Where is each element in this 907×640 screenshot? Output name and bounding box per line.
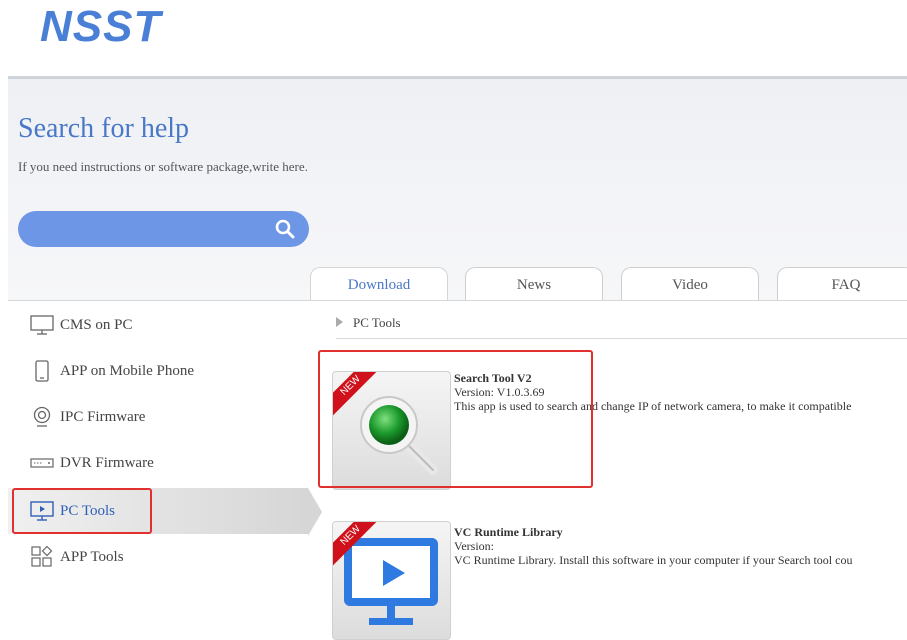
download-description: VC Runtime Library. Install this softwar… [454,553,853,567]
breadcrumb-divider [336,338,907,339]
breadcrumb-arrow-icon [336,317,343,327]
tab-divider [8,300,907,301]
active-item-pointer [308,488,322,536]
tab-video[interactable]: Video [621,267,759,300]
vc-runtime-thumbnail[interactable]: NEW [332,521,451,640]
search-tool-highlight-box [318,350,593,488]
camera-icon [30,405,54,429]
download-version: Version: [454,539,494,553]
sidebar-item-app-tools[interactable]: APP Tools [8,534,308,580]
sidebar-item-label: IPC Firmware [60,408,146,425]
help-title: Search for help [18,113,190,144]
download-title[interactable]: VC Runtime Library [454,525,907,539]
search-icon[interactable] [275,219,295,239]
sidebar-item-app-on-mobile-phone[interactable]: APP on Mobile Phone [8,348,308,394]
tab-download[interactable]: Download [310,267,448,301]
phone-icon [30,359,54,383]
breadcrumb: PC Tools [336,315,401,331]
search-input[interactable] [18,211,309,247]
sidebar-item-label: CMS on PC [60,316,133,333]
sidebar-item-ipc-firmware[interactable]: IPC Firmware [8,394,308,440]
monitor-icon [30,313,54,337]
tab-faq[interactable]: FAQ [777,267,907,300]
download-info: VC Runtime Library Version: VC Runtime L… [454,525,907,567]
tab-news[interactable]: News [465,267,603,300]
sidebar-item-label: DVR Firmware [60,454,154,471]
sidebar-item-dvr-firmware[interactable]: DVR Firmware [8,440,308,486]
sidebar-item-label: APP on Mobile Phone [60,362,195,379]
pc-tools-highlight-box [12,488,152,534]
dvr-icon [30,451,54,475]
help-banner: Search for help If you need instructions… [8,76,907,301]
sidebar-item-label: APP Tools [60,548,124,565]
help-subtitle: If you need instructions or software pac… [18,159,308,174]
breadcrumb-label: PC Tools [353,315,401,330]
nsst-logo[interactable]: NSST [40,2,161,52]
sidebar-item-cms-on-pc[interactable]: CMS on PC [8,302,308,348]
app-tools-icon [30,545,54,569]
